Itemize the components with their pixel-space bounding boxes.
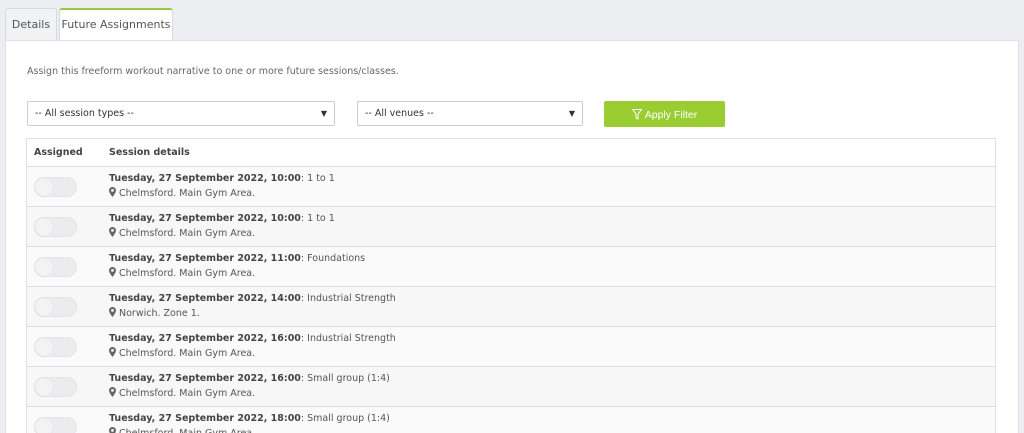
table-row: Tuesday, 27 September 2022, 16:00: Small… <box>27 367 995 407</box>
header-assigned: Assigned <box>34 147 83 158</box>
session-datetime: Tuesday, 27 September 2022, 10:00 <box>109 213 301 224</box>
session-details-cell: Tuesday, 27 September 2022, 11:00: Found… <box>109 253 365 279</box>
venue-select[interactable]: -- All venues -- ▼ <box>357 101 583 126</box>
assigned-toggle[interactable] <box>34 217 77 237</box>
table-body: Tuesday, 27 September 2022, 10:00: 1 to … <box>27 167 995 433</box>
session-title: Tuesday, 27 September 2022, 16:00: Small… <box>109 373 390 384</box>
session-details-cell: Tuesday, 27 September 2022, 14:00: Indus… <box>109 293 396 319</box>
session-location: Chelmsford. Main Gym Area. <box>109 427 390 433</box>
session-title: Tuesday, 27 September 2022, 10:00: 1 to … <box>109 173 335 184</box>
map-marker-icon <box>109 427 116 433</box>
map-marker-icon <box>109 187 116 197</box>
table-row: Tuesday, 27 September 2022, 11:00: Found… <box>27 247 995 287</box>
assigned-toggle[interactable] <box>34 177 77 197</box>
session-location: Chelmsford. Main Gym Area. <box>109 387 390 399</box>
assigned-toggle[interactable] <box>34 337 77 357</box>
table-row: Tuesday, 27 September 2022, 18:00: Small… <box>27 407 995 433</box>
session-details-cell: Tuesday, 27 September 2022, 10:00: 1 to … <box>109 173 335 199</box>
toggle-knob <box>35 178 53 196</box>
session-location: Chelmsford. Main Gym Area. <box>109 187 335 199</box>
session-name: : Industrial Strength <box>300 293 396 304</box>
map-marker-icon <box>109 307 116 317</box>
toggle-knob <box>35 218 53 236</box>
table-row: Tuesday, 27 September 2022, 16:00: Indus… <box>27 327 995 367</box>
session-title: Tuesday, 27 September 2022, 10:00: 1 to … <box>109 213 335 224</box>
apply-filter-label: Apply Filter <box>644 109 698 121</box>
tab-bar: Details Future Assignments <box>0 0 1024 42</box>
session-title: Tuesday, 27 September 2022, 16:00: Indus… <box>109 333 396 344</box>
location-text: Chelmsford. Main Gym Area. <box>119 268 256 279</box>
location-text: Chelmsford. Main Gym Area. <box>119 348 256 359</box>
tab-details[interactable]: Details <box>5 8 57 40</box>
table-row: Tuesday, 27 September 2022, 14:00: Indus… <box>27 287 995 327</box>
session-datetime: Tuesday, 27 September 2022, 18:00 <box>109 413 301 424</box>
apply-filter-button[interactable]: Apply Filter <box>604 101 725 127</box>
toggle-knob <box>35 298 53 316</box>
session-name: : Foundations <box>300 253 366 264</box>
location-text: Chelmsford. Main Gym Area. <box>119 188 256 199</box>
toggle-knob <box>35 258 53 276</box>
session-details-cell: Tuesday, 27 September 2022, 16:00: Indus… <box>109 333 396 359</box>
intro-text: Assign this freeform workout narrative t… <box>27 66 399 77</box>
session-datetime: Tuesday, 27 September 2022, 11:00 <box>109 253 301 264</box>
session-name: : 1 to 1 <box>300 213 335 224</box>
session-title: Tuesday, 27 September 2022, 11:00: Found… <box>109 253 365 264</box>
map-marker-icon <box>109 387 116 397</box>
venue-value: -- All venues -- <box>365 108 434 119</box>
table-row: Tuesday, 27 September 2022, 10:00: 1 to … <box>27 167 995 207</box>
map-marker-icon <box>109 267 116 277</box>
session-datetime: Tuesday, 27 September 2022, 10:00 <box>109 173 301 184</box>
sessions-table: Assigned Session details Tuesday, 27 Sep… <box>26 138 996 433</box>
assigned-toggle[interactable] <box>34 297 77 317</box>
session-datetime: Tuesday, 27 September 2022, 14:00 <box>109 293 301 304</box>
session-name: : Small group (1:4) <box>300 373 390 384</box>
assigned-toggle[interactable] <box>34 377 77 397</box>
session-name: : Industrial Strength <box>300 333 396 344</box>
session-title: Tuesday, 27 September 2022, 14:00: Indus… <box>109 293 396 304</box>
location-text: Chelmsford. Main Gym Area. <box>119 428 255 433</box>
toggle-knob <box>35 378 53 396</box>
header-session-details: Session details <box>109 147 190 158</box>
location-text: Norwich. Zone 1. <box>119 308 200 319</box>
tab-future-assignments[interactable]: Future Assignments <box>59 8 173 42</box>
session-name: : Small group (1:4) <box>300 413 390 424</box>
filter-icon <box>631 109 643 120</box>
session-details-cell: Tuesday, 27 September 2022, 18:00: Small… <box>109 413 390 433</box>
session-datetime: Tuesday, 27 September 2022, 16:00 <box>109 373 301 384</box>
location-text: Chelmsford. Main Gym Area. <box>119 388 256 399</box>
session-type-select[interactable]: -- All session types -- ▼ <box>27 101 335 126</box>
assigned-toggle[interactable] <box>34 417 77 433</box>
table-header: Assigned Session details <box>27 139 995 167</box>
caret-down-icon: ▼ <box>320 109 327 118</box>
session-details-cell: Tuesday, 27 September 2022, 10:00: 1 to … <box>109 213 335 239</box>
assigned-toggle[interactable] <box>34 257 77 277</box>
session-title: Tuesday, 27 September 2022, 18:00: Small… <box>109 413 390 424</box>
session-details-cell: Tuesday, 27 September 2022, 16:00: Small… <box>109 373 390 399</box>
session-location: Chelmsford. Main Gym Area. <box>109 267 365 279</box>
map-marker-icon <box>109 347 116 357</box>
table-row: Tuesday, 27 September 2022, 10:00: 1 to … <box>27 207 995 247</box>
location-text: Chelmsford. Main Gym Area. <box>119 228 256 239</box>
caret-down-icon: ▼ <box>568 109 575 118</box>
session-datetime: Tuesday, 27 September 2022, 16:00 <box>109 333 301 344</box>
session-location: Norwich. Zone 1. <box>109 307 396 319</box>
session-type-value: -- All session types -- <box>35 108 134 119</box>
session-name: : 1 to 1 <box>300 173 335 184</box>
toggle-knob <box>35 338 53 356</box>
session-location: Chelmsford. Main Gym Area. <box>109 227 335 239</box>
toggle-knob <box>35 418 53 433</box>
map-marker-icon <box>109 227 116 237</box>
session-location: Chelmsford. Main Gym Area. <box>109 347 396 359</box>
